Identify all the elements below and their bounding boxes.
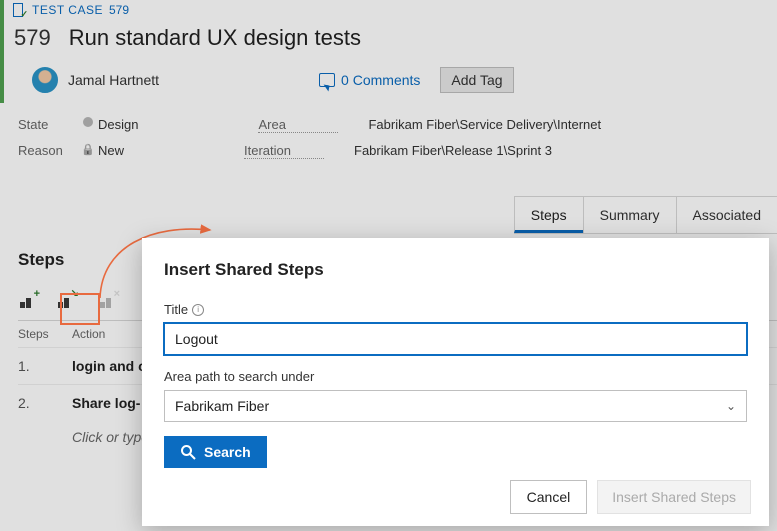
step-number: 1. bbox=[18, 358, 58, 374]
reason-label: Reason bbox=[18, 143, 78, 159]
step-number: 2. bbox=[18, 395, 58, 411]
test-case-icon bbox=[12, 3, 26, 17]
work-item-type-strip: TEST CASE 579 bbox=[0, 0, 777, 19]
search-button-label: Search bbox=[204, 444, 251, 460]
comments-link[interactable]: 0 Comments bbox=[319, 72, 420, 88]
step-action[interactable]: Share log- bbox=[72, 395, 140, 411]
area-field-label: Area path to search under bbox=[164, 369, 747, 384]
add-tag-button[interactable]: Add Tag bbox=[440, 67, 513, 93]
state-value[interactable]: Design bbox=[98, 117, 138, 133]
title-input[interactable] bbox=[164, 323, 747, 355]
tab-associated[interactable]: Associated bbox=[676, 197, 777, 233]
dialog-footer: Cancel Insert Shared Steps bbox=[510, 480, 751, 514]
insert-shared-steps-button: Insert Shared Steps bbox=[597, 480, 751, 514]
step-action[interactable]: login and o bbox=[72, 358, 147, 374]
title-row: 579 Run standard UX design tests bbox=[0, 19, 777, 61]
lock-icon bbox=[78, 143, 98, 159]
search-icon bbox=[180, 444, 196, 460]
annotation-highlight-box bbox=[60, 293, 100, 325]
assignee-name[interactable]: Jamal Hartnett bbox=[68, 72, 159, 88]
area-path-value: Fabrikam Fiber bbox=[175, 398, 269, 414]
reason-value[interactable]: New bbox=[98, 143, 124, 159]
tab-summary[interactable]: Summary bbox=[583, 197, 676, 233]
tabs-bar: Steps Summary Associated bbox=[514, 196, 777, 234]
chevron-down-icon: ⌄ bbox=[726, 399, 736, 413]
avatar[interactable] bbox=[32, 67, 58, 93]
state-dot-icon bbox=[83, 117, 93, 127]
work-item-type-label: TEST CASE bbox=[32, 3, 103, 17]
col-steps: Steps bbox=[18, 327, 58, 341]
work-item-id: 579 bbox=[14, 25, 51, 51]
iteration-value[interactable]: Fabrikam Fiber\Release 1\Sprint 3 bbox=[354, 143, 552, 159]
add-step-icon[interactable]: + bbox=[18, 290, 38, 308]
fields-block: State Design Area Fabrikam Fiber\Service… bbox=[0, 103, 777, 159]
toolbar-icon-disabled: × bbox=[98, 290, 118, 308]
iteration-label: Iteration bbox=[244, 143, 324, 159]
col-action: Action bbox=[72, 327, 105, 341]
info-icon[interactable]: i bbox=[192, 304, 204, 316]
area-label: Area bbox=[258, 117, 338, 133]
comment-icon bbox=[319, 73, 335, 87]
work-item-title[interactable]: Run standard UX design tests bbox=[69, 25, 361, 51]
cancel-button[interactable]: Cancel bbox=[510, 480, 588, 514]
comments-count: 0 Comments bbox=[341, 72, 420, 88]
dialog-title: Insert Shared Steps bbox=[164, 260, 747, 280]
area-path-select[interactable]: Fabrikam Fiber ⌄ bbox=[164, 390, 747, 422]
area-value[interactable]: Fabrikam Fiber\Service Delivery\Internet bbox=[368, 117, 601, 133]
title-field-label: Title i bbox=[164, 302, 747, 317]
state-label: State bbox=[18, 117, 78, 133]
search-button[interactable]: Search bbox=[164, 436, 267, 468]
work-item-type-id: 579 bbox=[109, 3, 129, 17]
insert-shared-steps-dialog: Insert Shared Steps Title i Area path to… bbox=[142, 238, 769, 526]
meta-row: Jamal Hartnett 0 Comments Add Tag bbox=[0, 61, 777, 103]
tab-steps[interactable]: Steps bbox=[514, 197, 583, 233]
